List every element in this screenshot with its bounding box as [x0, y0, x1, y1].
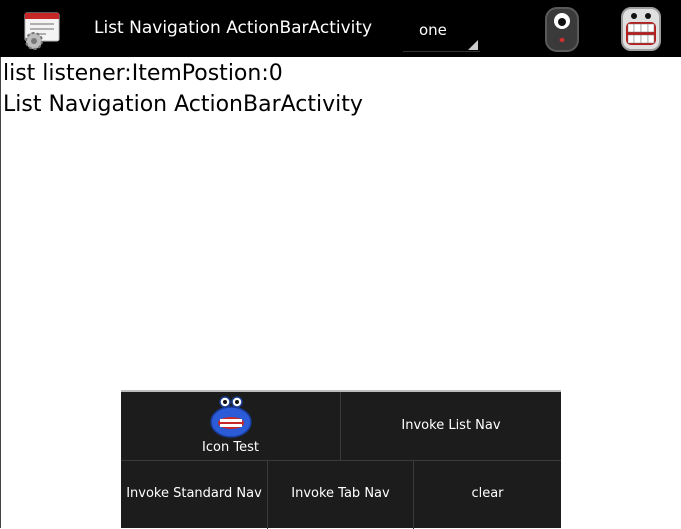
invoke-standard-nav-menu-item[interactable]: Invoke Standard Nav: [121, 461, 267, 529]
menu-row: Invoke Standard Nav Invoke Tab Nav clear: [121, 460, 561, 529]
invoke-tab-nav-menu-item[interactable]: Invoke Tab Nav: [267, 461, 413, 529]
menu-item-label: clear: [471, 486, 504, 501]
menu-item-label: Invoke Tab Nav: [291, 486, 390, 501]
invoke-list-nav-menu-item[interactable]: Invoke List Nav: [340, 392, 561, 460]
menu-item-label: Invoke Standard Nav: [126, 486, 262, 501]
one-eyed-monster-icon[interactable]: [538, 5, 586, 53]
activity-name-text: List Navigation ActionBarActivity: [3, 92, 363, 117]
blue-monster-icon: [209, 394, 253, 438]
icon-test-menu-item[interactable]: Icon Test: [121, 392, 340, 460]
menu-item-label: Icon Test: [202, 440, 259, 455]
listener-status-text: list listener:ItemPostion:0: [3, 61, 283, 86]
menu-item-label: Invoke List Nav: [401, 418, 501, 433]
settings-window-icon[interactable]: [22, 9, 64, 51]
clear-menu-item[interactable]: clear: [413, 461, 561, 529]
action-bar: List Navigation ActionBarActivity one: [0, 0, 681, 57]
navigation-spinner[interactable]: one: [403, 10, 480, 52]
teeth-monster-icon[interactable]: [617, 5, 665, 53]
menu-row: Icon Test Invoke List Nav: [121, 392, 561, 460]
options-menu: Icon Test Invoke List Nav Invoke Standar…: [121, 390, 561, 529]
spinner-selected-value: one: [419, 21, 447, 39]
action-bar-title: List Navigation ActionBarActivity: [94, 18, 373, 38]
spinner-arrow-icon: [468, 35, 478, 50]
